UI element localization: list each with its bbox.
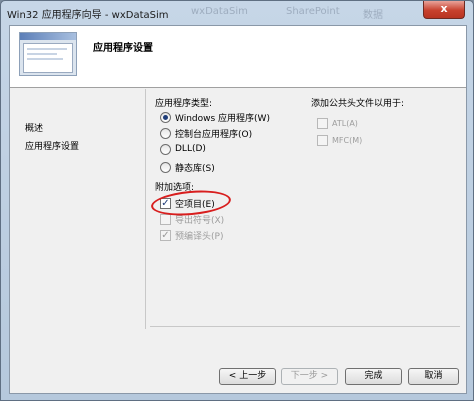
- checkbox-checked-icon: ✓: [160, 229, 171, 241]
- common-headers-label: 添加公共头文件以用于:: [311, 99, 405, 109]
- page-title: 应用程序设置: [93, 43, 153, 54]
- radio-dll[interactable]: DLL(D): [160, 142, 206, 156]
- nav-divider: [145, 89, 146, 329]
- checkbox-atl: ATL(A): [317, 116, 358, 130]
- radio-windows-app[interactable]: Windows 应用程序(W): [160, 110, 270, 124]
- radio-label: 静态库(S): [175, 163, 215, 174]
- checkbox-label: ATL(A): [332, 118, 358, 128]
- footer-divider: [150, 326, 460, 327]
- background-ghost-text: 数据: [363, 10, 383, 21]
- finish-button[interactable]: 完成: [345, 368, 402, 385]
- next-button: 下一步 >: [281, 368, 338, 385]
- background-ghost-text: SharePoint: [286, 6, 340, 17]
- close-button[interactable]: x: [423, 1, 465, 19]
- radio-label: Windows 应用程序(W): [175, 113, 270, 124]
- checkbox-mfc: MFC(M): [317, 133, 362, 147]
- window-thumbnail-icon: [19, 32, 77, 76]
- radio-label: 控制台应用程序(O): [175, 129, 253, 140]
- checkbox-icon: [160, 213, 171, 225]
- app-type-label: 应用程序类型:: [155, 99, 213, 109]
- radio-console-app[interactable]: 控制台应用程序(O): [160, 126, 252, 140]
- radio-label: DLL(D): [175, 144, 206, 154]
- radio-icon[interactable]: [160, 127, 171, 139]
- wizard-window: Win32 应用程序向导 - wxDataSim wxDataSim Share…: [0, 0, 474, 401]
- radio-icon[interactable]: [160, 161, 171, 173]
- close-icon: x: [440, 2, 448, 15]
- checkbox-label: MFC(M): [332, 135, 363, 145]
- cancel-button[interactable]: 取消: [408, 368, 459, 385]
- wizard-nav: 概述 应用程序设置: [10, 89, 145, 393]
- checkbox-icon: [317, 134, 328, 146]
- background-ghost-text: wxDataSim: [191, 6, 248, 17]
- radio-static-lib[interactable]: 静态库(S): [160, 160, 215, 174]
- wizard-client-area: 应用程序设置 概述 应用程序设置 应用程序类型: Windows 应用程序(W)…: [9, 25, 467, 394]
- prev-button[interactable]: < 上一步: [219, 368, 276, 385]
- title-bar[interactable]: Win32 应用程序向导 - wxDataSim wxDataSim Share…: [1, 1, 473, 23]
- nav-item-app-settings[interactable]: 应用程序设置: [25, 139, 79, 152]
- checkbox-label: 预编译头(P): [175, 231, 224, 242]
- checkbox-icon: [317, 117, 328, 129]
- checkbox-precompiled-header: ✓ 预编译头(P): [160, 228, 223, 242]
- radio-selected-icon[interactable]: [160, 111, 171, 123]
- nav-item-overview[interactable]: 概述: [25, 121, 43, 134]
- radio-icon[interactable]: [160, 143, 171, 155]
- wizard-header: 应用程序设置: [10, 26, 466, 88]
- window-title: Win32 应用程序向导 - wxDataSim: [7, 10, 169, 21]
